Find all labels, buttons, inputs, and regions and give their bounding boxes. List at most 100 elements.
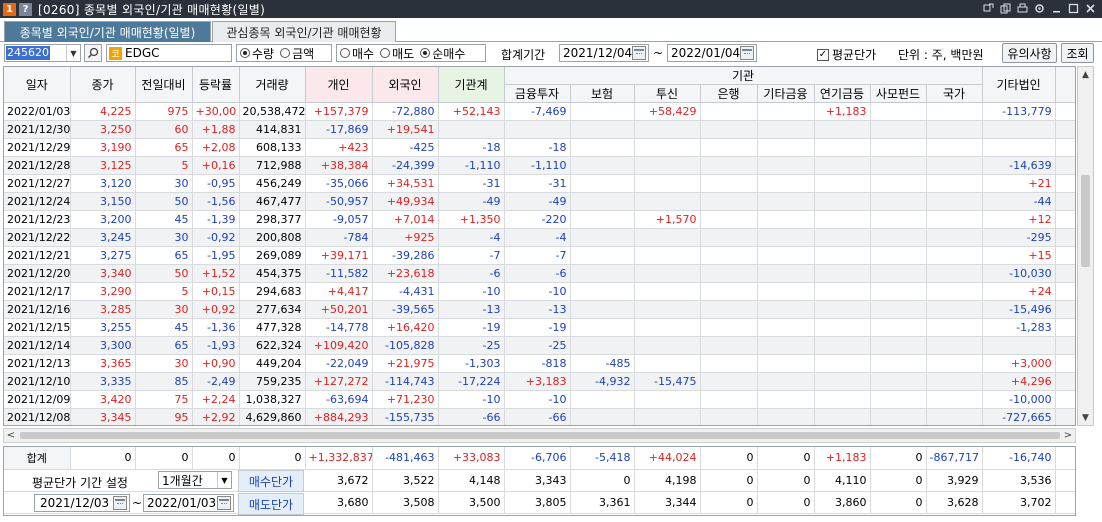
search-icon <box>87 47 99 59</box>
end-date-input[interactable]: 2022/01/04 <box>667 44 757 62</box>
col-rate[interactable]: 등락률 <box>192 67 240 103</box>
col-nation[interactable]: 국가 <box>926 84 983 103</box>
cell-foreign: +19,541 <box>372 120 439 139</box>
table-row[interactable]: 2021/12/30 3,250 60 +1,88 414,831 -17,869 +19,… <box>4 120 1075 139</box>
table-row[interactable]: 2021/12/24 3,150 50 -1,56 467,477 -50,957 +49,… <box>4 192 1075 211</box>
stock-code-input[interactable]: 245620 ▼ <box>4 44 81 62</box>
minimize-icon[interactable] <box>1049 1 1064 16</box>
totals-bank: 0 <box>700 447 758 470</box>
cell-nation <box>926 354 983 373</box>
avg-period-select[interactable]: 1개월간 ▼ <box>158 471 232 489</box>
table-row[interactable]: 2021/12/14 3,300 65 -1,93 622,324 +109,420 -10… <box>4 336 1075 355</box>
cell-close: 3,340 <box>70 264 136 283</box>
table-row[interactable]: 2021/12/16 3,285 30 +0,92 277,634 +50,201 -39,… <box>4 300 1075 319</box>
avg-price-checkbox[interactable]: ✓ 평균단가 <box>817 46 876 63</box>
table-row[interactable]: 2021/12/10 3,335 85 -2,49 759,235 +127,272 -11… <box>4 372 1075 391</box>
cell-pension: +1,183 <box>814 102 871 121</box>
query-button[interactable]: 조회 <box>1061 43 1094 63</box>
col-date[interactable]: 일자 <box>4 67 71 103</box>
horizontal-scrollbar[interactable]: < > <box>3 428 1076 443</box>
stock-code-value[interactable]: 245620 <box>6 46 50 60</box>
cell-pension <box>814 354 871 373</box>
help-icon[interactable]: ? <box>19 2 32 16</box>
cell-change: 5 <box>135 282 193 301</box>
table-row[interactable]: 2021/12/09 3,420 75 +2,24 1,038,327 -63,694 +7… <box>4 390 1075 409</box>
table-row[interactable]: 2021/12/27 3,120 30 -0,95 456,249 -35,066 +34,… <box>4 174 1075 193</box>
col-other-corp[interactable]: 기타법인 <box>982 67 1056 103</box>
maximize-icon[interactable] <box>1066 1 1081 16</box>
col-insurance[interactable]: 보험 <box>570 84 635 103</box>
scroll-thumb[interactable] <box>1081 175 1090 267</box>
radio-net-buy[interactable]: 순매수 <box>420 45 465 62</box>
table-row[interactable]: 2022/01/03 4,225 975 +30,00 20,538,472 +157,3… <box>4 102 1075 121</box>
cell-rate: +1,88 <box>192 120 240 139</box>
tab-watchlist[interactable]: 관심종목 외국인/기관 매매현황 <box>212 21 396 42</box>
calendar-icon[interactable] <box>217 496 231 510</box>
col-finance[interactable]: 금융투자 <box>504 84 571 103</box>
link-icon[interactable] <box>981 1 996 16</box>
chevron-down-icon[interactable]: ▼ <box>217 472 231 488</box>
cell-bank <box>700 246 758 265</box>
print-icon[interactable] <box>1015 1 1030 16</box>
table-row[interactable]: 2021/12/29 3,190 65 +2,08 608,133 +423 -425 -18… <box>4 138 1075 157</box>
table-row[interactable]: 2021/12/17 3,290 5 +0,15 294,683 +4,417 -4,431… <box>4 282 1075 301</box>
avg-start-date-input[interactable]: 2021/12/03 <box>34 494 130 512</box>
calendar-icon[interactable] <box>113 496 127 510</box>
cell-rate: +0,92 <box>192 300 240 319</box>
scroll-left-icon[interactable]: < <box>4 429 18 442</box>
chevron-down-icon[interactable]: ▼ <box>66 45 80 61</box>
radio-buy[interactable]: 매수 <box>340 45 374 62</box>
calendar-icon[interactable] <box>740 46 754 60</box>
radio-quantity[interactable]: 수량 <box>240 45 274 62</box>
table-row[interactable]: 2021/12/22 3,245 30 -0,92 200,808 -784 +925 -4-… <box>4 228 1075 247</box>
radio-amount[interactable]: 금액 <box>280 45 314 62</box>
table-row[interactable]: 2021/12/28 3,125 5 +0,16 712,988 +38,384 -24,3… <box>4 156 1075 175</box>
start-date-input[interactable]: 2021/12/04 <box>559 44 649 62</box>
scroll-thumb-horizontal[interactable] <box>20 432 1060 439</box>
cell-finance: -6 <box>504 264 571 283</box>
col-trust[interactable]: 투신 <box>634 84 701 103</box>
trade-type-radio-group: 매수 매도 순매수 <box>336 44 486 62</box>
avg-sell-value: 3,500 <box>438 491 505 514</box>
avg-sell-value: 3,860 <box>814 491 871 514</box>
col-other-finance[interactable]: 기타금융 <box>757 84 815 103</box>
col-inst-total[interactable]: 기관계 <box>438 67 505 103</box>
checkbox-checked-icon[interactable]: ✓ <box>817 48 829 61</box>
calendar-icon[interactable] <box>632 46 646 60</box>
table-row[interactable]: 2021/12/13 3,365 30 +0,90 449,204 -22,049 +21,… <box>4 354 1075 373</box>
col-private-fund[interactable]: 사모펀드 <box>870 84 927 103</box>
col-overflow[interactable]: 기 <box>1055 67 1075 103</box>
col-foreign[interactable]: 외국인 <box>372 67 439 103</box>
app-number-icon[interactable]: 1 <box>3 2 16 16</box>
col-close[interactable]: 종가 <box>70 67 136 103</box>
vertical-scrollbar[interactable]: ▲ ▼ <box>1077 66 1094 426</box>
table-row[interactable]: 2021/12/15 3,255 45 -1,36 477,328 -14,778 +16,… <box>4 318 1075 337</box>
table-row[interactable]: 2021/12/21 3,275 65 -1,95 269,089 +39,171 -39,… <box>4 246 1075 265</box>
search-button[interactable] <box>84 44 102 62</box>
cell-individual: -50,957 <box>305 192 373 211</box>
investor-grid[interactable]: 일자 종가 전일대비 등락률 거래량 개인 외국인 기관계 기관 기타법인 기 … <box>3 66 1076 426</box>
table-row[interactable]: 2021/12/23 3,200 45 -1,39 298,377 -9,057 +7,01… <box>4 210 1075 229</box>
totals-insurance: -5,418 <box>570 447 635 470</box>
col-bank[interactable]: 은행 <box>700 84 758 103</box>
tab-stock-daily[interactable]: 종목별 외국인/기관 매매현황(일별) <box>4 21 211 42</box>
copy-icon[interactable] <box>998 1 1013 16</box>
settings-icon[interactable] <box>1032 1 1047 16</box>
scroll-right-icon[interactable]: > <box>1061 429 1075 442</box>
table-row[interactable]: 2021/12/08 3,345 95 +2,92 4,629,860 +884,293-… <box>4 408 1075 425</box>
radio-sell[interactable]: 매도 <box>380 45 414 62</box>
col-volume[interactable]: 거래량 <box>239 67 306 103</box>
cell-inst-total: -7 <box>438 246 505 265</box>
table-row[interactable]: 2021/12/20 3,340 50 +1,52 454,375 -11,582 +23,… <box>4 264 1075 283</box>
close-icon[interactable] <box>1083 1 1098 16</box>
cell-pension <box>814 192 871 211</box>
cell-rate: +2,08 <box>192 138 240 157</box>
avg-end-date-input[interactable]: 2022/01/03 <box>143 494 234 512</box>
avg-price-controls: 평균단가 기간 설정 1개월간 ▼ 2021/12/03 ~ 2022/01/0… <box>4 447 304 515</box>
col-pension[interactable]: 연기금등 <box>814 84 871 103</box>
scroll-down-icon[interactable]: ▼ <box>1078 410 1093 425</box>
notes-button[interactable]: 유의사항 <box>1002 43 1057 63</box>
col-individual[interactable]: 개인 <box>305 67 373 103</box>
scroll-up-icon[interactable]: ▲ <box>1078 67 1093 82</box>
col-change[interactable]: 전일대비 <box>135 67 193 103</box>
